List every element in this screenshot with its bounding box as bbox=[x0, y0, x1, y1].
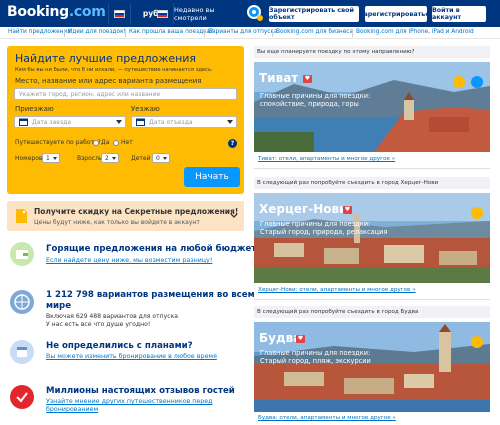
calendar-change-icon bbox=[10, 340, 34, 364]
search-submit-button[interactable]: Начать bbox=[184, 167, 240, 187]
checkmark-icon bbox=[10, 385, 34, 409]
globe-icon bbox=[10, 290, 34, 314]
star-badge-icon bbox=[453, 76, 465, 88]
nav-divider bbox=[64, 29, 65, 37]
herceg-novi-link[interactable]: Херцег-Нови: отели, апартаменты и многое… bbox=[258, 287, 416, 293]
secret-deals-subtitle: Цены будут ниже, как только вы войдете в… bbox=[34, 219, 200, 226]
nav-divider bbox=[125, 29, 126, 37]
destination-input[interactable]: Укажите город, регион, адрес или названи… bbox=[14, 88, 237, 100]
flexible-booking-link[interactable]: Вы можете изменить бронирование в любое … bbox=[46, 353, 217, 360]
destination-card-tivat[interactable]: Тиват ♥ Главные причины для поездки: спо… bbox=[254, 62, 490, 152]
rooms-select[interactable]: 1 bbox=[42, 153, 60, 163]
language-flag-button[interactable] bbox=[152, 0, 172, 27]
checkin-label: Приезжаю bbox=[15, 105, 54, 113]
chevron-down-icon bbox=[230, 213, 238, 218]
children-select[interactable]: 0 bbox=[152, 153, 170, 163]
star-badge-icon bbox=[471, 207, 483, 219]
feature-title-continued: мире bbox=[46, 301, 72, 311]
feature-title: 1 212 798 вариантов размещения во всем bbox=[46, 290, 255, 300]
destination-section-header: Вы еще планируете поездку по этому напра… bbox=[254, 46, 490, 58]
russia-flag-icon bbox=[113, 9, 125, 18]
tivat-link[interactable]: Тиват: отели, апартаменты и многое друго… bbox=[258, 156, 395, 162]
budva-link[interactable]: Будва: отели, апартаменты и многое друго… bbox=[258, 415, 396, 421]
nav-vacation-rentals[interactable]: Варианты для отпуска bbox=[208, 29, 278, 35]
destination-card-herceg-novi[interactable]: Херцег-Нови ♥ Главные причины для поездк… bbox=[254, 193, 490, 283]
business-travel-label: Путешествуете по работе? bbox=[15, 139, 101, 146]
calendar-icon bbox=[136, 118, 145, 126]
secret-deals-title: Получите скидку на Секретные предложения… bbox=[34, 207, 239, 216]
destination-reasons-label: Главные причины для поездки: bbox=[260, 220, 371, 228]
tag-icon bbox=[16, 209, 27, 223]
rooms-label: Номеров bbox=[15, 155, 43, 162]
divider bbox=[254, 299, 490, 300]
checkin-date-input[interactable]: Дата заезда bbox=[14, 116, 126, 128]
recently-viewed-link[interactable]: Недавно вы смотрели bbox=[174, 0, 244, 27]
help-icon[interactable]: ? bbox=[228, 139, 237, 148]
adults-select[interactable]: 2 bbox=[101, 153, 119, 163]
wallet-icon bbox=[10, 242, 34, 266]
destination-card-budva[interactable]: Будва ♥ Главные причины для поездки: Ста… bbox=[254, 322, 490, 412]
price-match-link[interactable]: Если найдете цену ниже, мы возместим раз… bbox=[46, 257, 212, 264]
business-no-radio[interactable] bbox=[113, 140, 119, 146]
reviews-link[interactable]: Узнайте мнение других путешественников п… bbox=[46, 398, 212, 405]
business-yes-radio[interactable] bbox=[93, 140, 99, 146]
nav-business[interactable]: Booking.com для бизнеса bbox=[276, 29, 353, 35]
location-pin-icon[interactable] bbox=[244, 3, 264, 24]
search-title: Найдите лучшие предложения bbox=[15, 52, 197, 65]
russia-flag-icon bbox=[156, 9, 168, 18]
chevron-down-icon bbox=[116, 120, 122, 124]
destination-reasons-label: Главные причины для поездки: bbox=[260, 349, 371, 357]
destination-reasons-label: Главные причины для поездки: bbox=[260, 92, 371, 100]
secret-deals-banner[interactable]: Получите скидку на Секретные предложения… bbox=[7, 201, 244, 231]
calendar-icon bbox=[19, 118, 28, 126]
no-label: Нет bbox=[121, 139, 133, 146]
feature-title: Не определились с планами? bbox=[46, 341, 193, 351]
children-label: Детей bbox=[131, 155, 151, 162]
divider bbox=[254, 168, 490, 169]
nav-trip-ideas[interactable]: Идеи для поездок! bbox=[68, 29, 126, 35]
secondary-nav: Найти предложения Идеи для поездок! Как … bbox=[0, 27, 500, 39]
destination-label: Место, название или адрес варианта разме… bbox=[15, 77, 202, 85]
register-button[interactable]: Зарегистрироваться bbox=[359, 6, 433, 22]
nav-divider bbox=[204, 29, 205, 37]
destination-section-header: В следующий раз попробуйте съездить в го… bbox=[254, 177, 490, 189]
language-selector[interactable] bbox=[108, 0, 130, 27]
nav-apps[interactable]: Booking.com для iPhone, iPad и Android bbox=[356, 29, 474, 35]
feature-title: Миллионы настоящих отзывов гостей bbox=[46, 386, 235, 396]
nav-find-deals[interactable]: Найти предложения bbox=[8, 29, 71, 35]
sign-in-button[interactable]: Войти в аккаунт bbox=[432, 6, 486, 22]
star-badge-icon bbox=[471, 336, 483, 348]
destination-reasons: Старый город, пляж, экскурсии bbox=[260, 357, 371, 365]
checkout-label: Уезжаю bbox=[131, 105, 160, 113]
reviews-link-continued[interactable]: бронированием bbox=[46, 406, 98, 413]
feature-title: Горящие предложения на любой бюджет bbox=[46, 244, 257, 254]
search-subtitle: Кем бы вы ни были, что б ни искали, — пу… bbox=[15, 67, 213, 73]
register-property-button[interactable]: Зарегистрировать свой объект bbox=[269, 6, 359, 22]
plane-badge-icon bbox=[471, 76, 483, 88]
nav-divider bbox=[352, 29, 353, 37]
feature-text: Включая 629 488 вариантов для отпуска bbox=[46, 313, 178, 320]
booking-logo[interactable]: Booking.com bbox=[7, 4, 106, 20]
destination-reasons: спокойствие, природа, горы bbox=[260, 100, 359, 108]
heart-icon[interactable]: ♥ bbox=[343, 206, 352, 214]
checkout-date-input[interactable]: Дата отъезда bbox=[131, 116, 237, 128]
nav-how-was-trip[interactable]: Как прошла ваша поездка? bbox=[129, 29, 213, 35]
feature-text: У нас есть все что душе угодно! bbox=[46, 321, 151, 328]
yes-label: Да bbox=[101, 139, 110, 146]
top-header: Booking.com руб. Недавно вы смотрели Зар… bbox=[0, 0, 500, 27]
search-panel: Найдите лучшие предложения Кем бы вы ни … bbox=[7, 46, 244, 194]
heart-icon[interactable]: ♥ bbox=[303, 75, 312, 83]
destination-reasons: Старый город, природа, релаксация bbox=[260, 228, 388, 236]
nav-divider bbox=[272, 29, 273, 37]
chevron-down-icon bbox=[227, 120, 233, 124]
heart-icon[interactable]: ♥ bbox=[296, 335, 305, 343]
destination-section-header: В следующий раз попробуйте съездить в го… bbox=[254, 306, 490, 318]
